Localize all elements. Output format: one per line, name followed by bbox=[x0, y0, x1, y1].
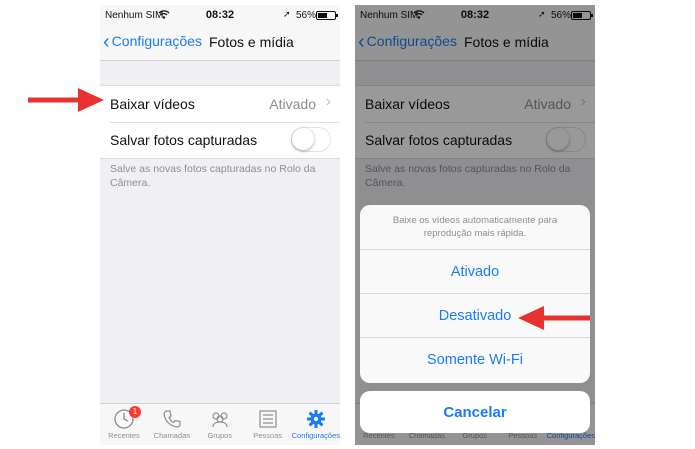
save-photos-toggle[interactable] bbox=[291, 127, 331, 152]
option-somente-wifi[interactable]: Somente Wi-Fi bbox=[360, 338, 590, 382]
phone-screen-action-sheet: Nenhum SIM 08:32 ➚ 56% ‹ Configurações Fo… bbox=[355, 5, 595, 445]
unread-badge: 1 bbox=[129, 406, 141, 418]
tab-label: Configurações bbox=[291, 431, 340, 440]
tab-configuracoes[interactable]: Configurações bbox=[292, 404, 340, 445]
battery-percentage: 56% bbox=[296, 10, 317, 21]
row-label: Baixar vídeos bbox=[110, 96, 195, 112]
back-button[interactable]: ‹ Configurações bbox=[103, 31, 202, 53]
tab-chamadas[interactable]: Chamadas bbox=[148, 404, 196, 445]
tab-label: Pessoas bbox=[253, 431, 283, 440]
status-bar: Nenhum SIM 08:32 ➚ 56% bbox=[100, 5, 340, 25]
arrow-shaft bbox=[542, 315, 590, 321]
cancel-button[interactable]: Cancelar bbox=[360, 391, 590, 433]
location-arrow-icon: ➚ bbox=[283, 9, 291, 19]
chevron-left-icon: ‹ bbox=[103, 31, 110, 53]
tab-label: Grupos bbox=[207, 431, 233, 440]
page-title: Fotos e mídia bbox=[209, 34, 294, 50]
arrow-shaft bbox=[28, 97, 80, 103]
row-label: Salvar fotos capturadas bbox=[110, 132, 258, 148]
phone-screen-settings: Nenhum SIM 08:32 ➚ 56% ‹ Configurações Fo… bbox=[100, 5, 340, 445]
battery-icon bbox=[316, 11, 338, 20]
arrow-head bbox=[78, 88, 104, 112]
row-salvar-fotos: Salvar fotos capturadas bbox=[100, 122, 340, 158]
annotation-arrow-right bbox=[28, 88, 104, 112]
screenshot-composite: Nenhum SIM 08:32 ➚ 56% ‹ Configurações Fo… bbox=[0, 0, 695, 449]
tab-pessoas[interactable]: Pessoas bbox=[244, 404, 292, 445]
tab-grupos[interactable]: Grupos bbox=[196, 404, 244, 445]
section-footnote: Salve as novas fotos capturadas no Rolo … bbox=[110, 163, 316, 189]
tab-label: Recentes bbox=[108, 431, 140, 440]
contacts-icon bbox=[259, 410, 277, 428]
row-baixar-videos[interactable]: Baixar vídeos Ativado › bbox=[100, 86, 340, 122]
back-button-label: Configurações bbox=[111, 33, 202, 49]
tab-bar: 1 Recentes Chamadas Grupos Pessoas Confi… bbox=[100, 403, 340, 445]
gear-icon bbox=[306, 410, 325, 428]
tab-recentes[interactable]: 1 Recentes bbox=[100, 404, 148, 445]
settings-group: Baixar vídeos Ativado › Salvar fotos cap… bbox=[100, 85, 340, 159]
group-icon bbox=[212, 412, 228, 428]
arrow-head bbox=[518, 306, 544, 330]
row-value: Ativado bbox=[269, 96, 316, 112]
action-sheet: Baixe os vídeos automaticamente para rep… bbox=[360, 205, 590, 383]
action-sheet-message: Baixe os vídeos automaticamente para rep… bbox=[360, 205, 590, 250]
tab-label: Chamadas bbox=[153, 431, 190, 440]
option-ativado[interactable]: Ativado bbox=[360, 250, 590, 294]
annotation-arrow-left bbox=[518, 306, 590, 330]
phone-icon bbox=[163, 410, 181, 428]
chevron-right-icon: › bbox=[325, 93, 331, 110]
navigation-bar: ‹ Configurações Fotos e mídia bbox=[100, 25, 340, 61]
